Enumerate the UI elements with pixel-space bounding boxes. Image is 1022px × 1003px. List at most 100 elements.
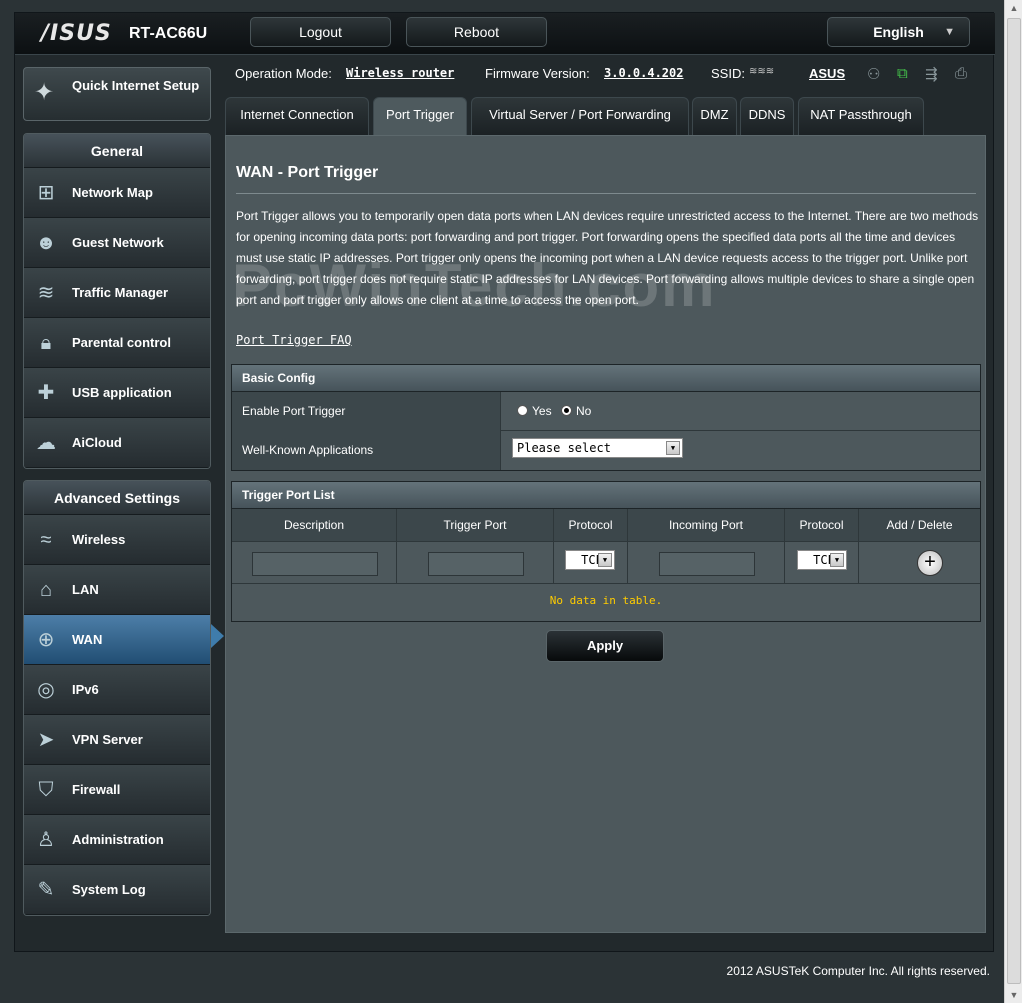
op-mode-link[interactable]: Wireless router (346, 66, 454, 80)
tab-ddns[interactable]: DDNS (740, 97, 794, 135)
nav-parental-control[interactable]: 🔒︎ Parental control (24, 318, 210, 368)
firmware-link[interactable]: 3.0.0.4.202 (604, 66, 683, 80)
clients-icon[interactable]: ⚇ (867, 65, 880, 83)
well-known-apps-select[interactable]: Please select ▼ (512, 438, 683, 458)
status-line: Operation Mode: Wireless router Firmware… (235, 66, 955, 86)
trigger-port-input[interactable] (428, 552, 524, 576)
nav-aicloud[interactable]: ☁ AiCloud (24, 418, 210, 468)
nav-system-log[interactable]: ✎ System Log (24, 865, 210, 915)
apply-button[interactable]: Apply (546, 630, 664, 662)
quick-setup-label: Quick Internet Setup (72, 78, 200, 93)
well-known-apps-value: Please select (517, 441, 611, 455)
advanced-title: Advanced Settings (24, 481, 210, 515)
col-incoming-port: Incoming Port (628, 509, 785, 542)
ssid-signal-icon: ≋≋≋ (749, 66, 775, 77)
nav-label: IPv6 (72, 682, 99, 697)
col-description: Description (232, 509, 397, 542)
nav-lan[interactable]: ⌂ LAN (24, 565, 210, 615)
nav-label: Guest Network (72, 235, 164, 250)
top-bar: /ISUS RT-AC66U Logout Reboot English ▼ (15, 13, 995, 55)
trigger-port-cell (397, 542, 554, 584)
asus-logo: /ISUS (41, 21, 112, 46)
page-description: Port Trigger allows you to temporarily o… (236, 209, 979, 307)
magic-wand-icon: ✦ (34, 79, 55, 106)
nav-label: USB application (72, 385, 172, 400)
home-icon: ⌂ (39, 579, 53, 601)
enable-port-trigger-label: Enable Port Trigger (232, 392, 501, 431)
nav-usb-application[interactable]: ✚ USB application (24, 368, 210, 418)
tab-port-trigger[interactable]: Port Trigger (373, 97, 467, 135)
shield-icon: ⛉ (38, 779, 54, 801)
advanced-settings-menu: Advanced Settings ≈ Wireless ⌂ LAN ⊕ WAN… (23, 480, 211, 916)
nav-traffic-manager[interactable]: ≋ Traffic Manager (24, 268, 210, 318)
copyright-text: 2012 ASUSTeK Computer Inc. All rights re… (726, 964, 990, 978)
nav-label: Network Map (72, 185, 153, 200)
nav-network-map[interactable]: ⊞ Network Map (24, 168, 210, 218)
nav-wan[interactable]: ⊕ WAN (24, 615, 210, 665)
chevron-down-icon: ▼ (944, 26, 955, 38)
ipv6-icon: ◎ (37, 679, 55, 701)
nav-firewall[interactable]: ⛉ Firewall (24, 765, 210, 815)
log-icon: ✎ (37, 879, 55, 901)
scroll-up-icon[interactable]: ▲ (1005, 0, 1022, 16)
printer-icon[interactable]: ⎙ (955, 65, 967, 82)
no-label: No (576, 404, 592, 418)
network-map-icon: ⊞ (37, 182, 55, 204)
language-select[interactable]: English ▼ (827, 17, 970, 47)
incoming-port-input[interactable] (659, 552, 755, 576)
description-input[interactable] (252, 552, 378, 576)
footer: 2012 ASUSTeK Computer Inc. All rights re… (0, 954, 1004, 1003)
tab-internet-connection[interactable]: Internet Connection (225, 97, 369, 135)
tab-dmz[interactable]: DMZ (692, 97, 737, 135)
enable-yes-radio[interactable] (517, 405, 528, 416)
enable-port-trigger-row: Enable Port Trigger Yes No (232, 392, 980, 431)
nav-label: Firewall (72, 782, 121, 797)
yes-label: Yes (532, 404, 552, 418)
firmware-label: Firmware Version: (485, 66, 590, 81)
active-item-pointer (211, 624, 224, 648)
nav-vpn-server[interactable]: ➤ VPN Server (24, 715, 210, 765)
basic-config-title: Basic Config (232, 365, 980, 392)
content-panel: WAN - Port Trigger Port Trigger allows y… (225, 135, 986, 933)
trigger-port-list-header: Description Trigger Port Protocol Incomi… (232, 509, 980, 542)
language-value: English (873, 24, 924, 40)
nav-administration[interactable]: ♙ Administration (24, 815, 210, 865)
nav-label: Administration (72, 832, 164, 847)
vpn-icon: ➤ (37, 729, 55, 751)
quick-internet-setup-button[interactable]: ✦ Quick Internet Setup (23, 67, 211, 121)
trigger-port-list-title: Trigger Port List (232, 482, 980, 509)
usb-icon[interactable]: ⇶ (925, 65, 938, 83)
chevron-down-icon: ▼ (666, 441, 680, 455)
ssid-link[interactable]: ASUS (809, 66, 845, 81)
trigger-protocol-cell: TCP ▼ (554, 542, 628, 584)
add-rule-button[interactable]: + (917, 550, 943, 576)
trigger-protocol-select[interactable]: TCP ▼ (565, 550, 615, 570)
nav-label: Wireless (72, 532, 126, 547)
scroll-down-icon[interactable]: ▼ (1005, 987, 1022, 1003)
internet-status-icon[interactable]: ⧉ (897, 65, 908, 82)
incoming-protocol-select[interactable]: TCP ▼ (797, 550, 847, 570)
nav-label: WAN (72, 632, 103, 647)
nav-label: Parental control (72, 335, 171, 350)
reboot-button[interactable]: Reboot (406, 17, 547, 47)
well-known-apps-row: Well-Known Applications Please select ▼ (232, 431, 980, 470)
lock-icon: 🔒︎ (40, 332, 52, 354)
nav-ipv6[interactable]: ◎ IPv6 (24, 665, 210, 715)
title-divider (236, 193, 976, 194)
tab-nat-passthrough[interactable]: NAT Passthrough (798, 97, 924, 135)
empty-table-message: No data in table. (549, 594, 663, 607)
well-known-apps-label: Well-Known Applications (232, 431, 501, 470)
page-scrollbar[interactable]: ▲ ▼ (1004, 0, 1022, 1003)
port-trigger-faq-link[interactable]: Port Trigger FAQ (236, 333, 352, 347)
nav-label: VPN Server (72, 732, 143, 747)
col-trigger-port: Trigger Port (397, 509, 554, 542)
logout-button[interactable]: Logout (250, 17, 391, 47)
chevron-down-icon: ▼ (830, 553, 844, 567)
nav-wireless[interactable]: ≈ Wireless (24, 515, 210, 565)
enable-no-radio[interactable] (561, 405, 572, 416)
incoming-port-cell (628, 542, 785, 584)
traffic-manager-icon: ≋ (37, 282, 55, 304)
nav-guest-network[interactable]: ☻ Guest Network (24, 218, 210, 268)
tab-virtual-server[interactable]: Virtual Server / Port Forwarding (471, 97, 689, 135)
scrollbar-thumb[interactable] (1007, 18, 1021, 984)
